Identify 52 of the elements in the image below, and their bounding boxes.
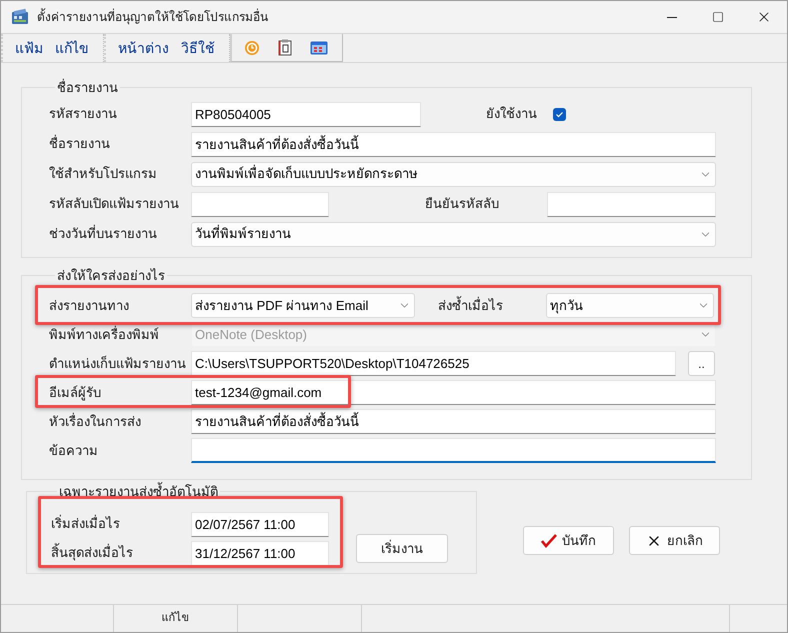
- browse-button[interactable]: ..: [688, 351, 715, 376]
- section-title: เฉพาะรายงานส่งซ้ำอัตโนมัติ: [58, 482, 219, 501]
- field-label: ยืนยันรหัสลับ: [425, 195, 500, 214]
- check-icon: [555, 110, 564, 118]
- field-label: ช่วงวันที่บนรายงาน: [49, 224, 158, 244]
- minimize-icon: [667, 16, 677, 18]
- menu-item[interactable]: แก้ไข: [55, 38, 89, 58]
- input-field[interactable]: [191, 438, 716, 463]
- dropdown[interactable]: ส่งรายงาน PDF ผ่านทาง Email: [191, 293, 415, 318]
- section-title: ส่งให้ใครส่งอย่างไร: [56, 266, 166, 284]
- input-field[interactable]: [191, 192, 329, 216]
- field-label: พิมพ์ทางเครื่องพิมพ์: [49, 324, 160, 344]
- input-field[interactable]: test-1234@gmail.com: [191, 380, 716, 405]
- field-label: สิ้นสุดส่งเมื่อไร: [51, 543, 134, 562]
- app-icon: [11, 8, 29, 26]
- input-field[interactable]: RP80504005: [191, 102, 421, 126]
- field-label: ตำแหน่งเก็บแฟ้มรายงาน: [49, 354, 187, 373]
- clipboard-icon[interactable]: [278, 39, 292, 56]
- input-field[interactable]: [547, 192, 716, 216]
- field-label: ยังใช้งาน: [486, 105, 537, 124]
- dropdown[interactable]: วันที่พิมพ์รายงาน: [191, 222, 716, 246]
- status-text: แก้ไข: [162, 610, 190, 626]
- field-label: ใช้สำหรับโปรแกรม: [49, 165, 158, 184]
- section-title: ชื่อรายงาน: [56, 78, 119, 97]
- input-field[interactable]: 31/12/2567 11:00: [191, 540, 329, 566]
- calendar-icon[interactable]: [310, 40, 328, 54]
- menu-item[interactable]: วิธีใช้: [181, 38, 215, 58]
- input-field[interactable]: C:\Users\TSUPPORT520\Desktop\T104726525: [191, 351, 676, 376]
- cancel-button[interactable]: ยกเลิก: [629, 526, 720, 555]
- input-field[interactable]: รายงานสินค้าที่ต้องสั่งซื้อวันนี้: [191, 409, 716, 434]
- field-label: ส่งรายงานทาง: [49, 296, 130, 315]
- menu-item[interactable]: หน้าต่าง: [118, 38, 169, 58]
- input-field[interactable]: รายงานสินค้าที่ต้องสั่งซื้อวันนี้: [191, 132, 716, 156]
- dropdown[interactable]: งานพิมพ์เพื่อจัดเก็บแบบประหยัดกระดาษ: [191, 162, 716, 186]
- dropdown[interactable]: ทุกวัน: [546, 293, 714, 318]
- field-label: ส่งซ้ำเมื่อไร: [438, 296, 504, 315]
- field-label: รหัสลับเปิดแฟ้มรายงาน: [49, 195, 180, 214]
- field-label: เริ่มส่งเมื่อไร: [51, 514, 121, 534]
- checkbox[interactable]: [553, 108, 566, 120]
- window-title: ตั้งค่ารายงานที่อนุญาตให้ใช้โดยโปรแกรมอื่น: [37, 8, 268, 26]
- field-label: ชื่อรายงาน: [49, 134, 111, 154]
- field-label: หัวเรื่องในการส่ง: [49, 412, 142, 431]
- input-field[interactable]: 02/07/2567 11:00: [191, 512, 329, 536]
- field-label: ข้อความ: [49, 442, 99, 460]
- field-label: อีเมล์ผู้รับ: [49, 384, 102, 402]
- menu-item[interactable]: แฟ้ม: [15, 38, 43, 58]
- start-button[interactable]: เริ่มงาน: [356, 534, 448, 563]
- maximize-icon: [712, 11, 724, 23]
- field-label: รหัสรายงาน: [49, 105, 118, 124]
- clock-icon[interactable]: [244, 40, 260, 56]
- save-button[interactable]: บันทึก: [523, 526, 614, 555]
- check-icon: [541, 534, 557, 548]
